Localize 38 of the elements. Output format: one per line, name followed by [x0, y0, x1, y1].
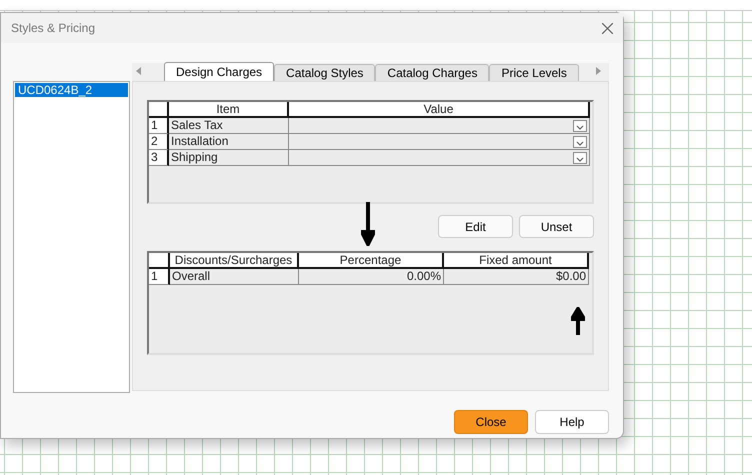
column-header: Discounts/Surcharges — [170, 253, 299, 269]
dropdown-icon[interactable] — [573, 152, 587, 164]
table-button[interactable]: Edit — [438, 215, 513, 238]
table-cell: Overall — [170, 269, 299, 285]
table-cell[interactable] — [289, 118, 590, 134]
dialog-button[interactable]: Help — [535, 410, 609, 434]
row-number: 1 — [149, 269, 170, 285]
tab[interactable]: Catalog Charges — [375, 64, 490, 81]
column-header: Value — [289, 102, 590, 118]
tab[interactable]: Design Charges — [164, 62, 274, 81]
tab[interactable]: Price Levels — [489, 64, 579, 81]
table-cell[interactable] — [289, 150, 590, 166]
down-arrow-icon — [361, 202, 375, 246]
table-cell: $0.00 — [444, 269, 589, 285]
scroll-left-icon[interactable] — [136, 67, 141, 75]
table-cell[interactable] — [289, 134, 590, 150]
table-cell: 0.00% — [299, 269, 444, 285]
table-cell: Installation — [169, 134, 289, 150]
row-number: 2 — [149, 134, 169, 150]
row-number: 3 — [149, 150, 169, 166]
header-cell — [149, 253, 170, 269]
column-header: Item — [169, 102, 289, 118]
close-icon[interactable] — [602, 22, 613, 34]
table-cell: Sales Tax — [169, 118, 289, 134]
column-header: Fixed amount — [444, 253, 589, 269]
tab[interactable]: Catalog Styles — [274, 64, 376, 81]
table-cell: Shipping — [169, 150, 289, 166]
header-cell — [149, 102, 169, 118]
dropdown-icon[interactable] — [573, 120, 587, 132]
dialog-button[interactable]: Close — [454, 410, 528, 434]
list-item[interactable]: UCD0624B_2 — [15, 83, 128, 97]
row-number: 1 — [149, 118, 169, 134]
column-header: Percentage — [299, 253, 444, 269]
scroll-right-icon[interactable] — [596, 67, 601, 75]
table-button[interactable]: Unset — [519, 215, 594, 238]
up-arrow-icon — [571, 307, 585, 335]
dropdown-icon[interactable] — [573, 136, 587, 148]
window-title: Styles & Pricing — [11, 21, 96, 35]
